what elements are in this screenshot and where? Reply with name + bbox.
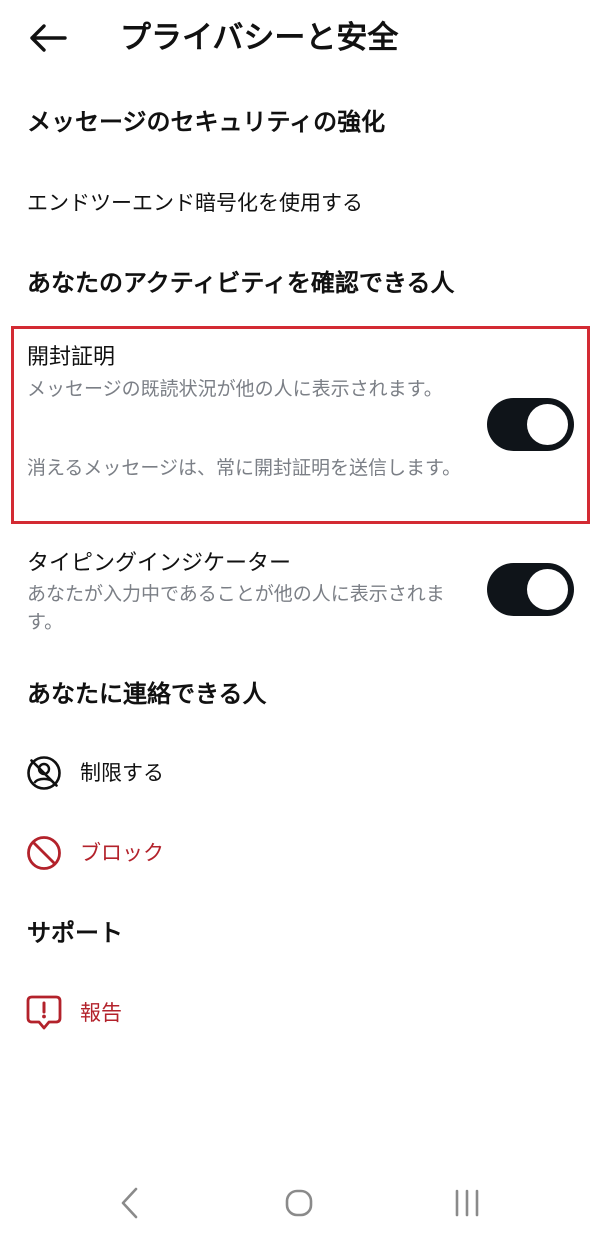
e2e-encryption-item[interactable]: エンドツーエンド暗号化を使用する (27, 186, 363, 220)
nav-recents-icon (451, 1188, 483, 1222)
section-heading-activity: あなたのアクティビティを確認できる人 (27, 269, 455, 297)
read-receipts-toggle[interactable] (487, 398, 574, 451)
toggle-knob (527, 569, 568, 610)
toggle-knob (527, 404, 568, 445)
typing-indicator-toggle[interactable] (487, 563, 574, 616)
report-item[interactable]: 報告 (24, 991, 122, 1035)
arrow-left-icon (28, 23, 68, 57)
section-heading-message-security: メッセージのセキュリティの強化 (27, 108, 386, 136)
back-button[interactable] (22, 18, 74, 62)
page-title: プライバシーと安全 (120, 20, 399, 56)
nav-home-button[interactable] (269, 1180, 329, 1230)
read-receipts-note: 消えるメッセージは、常に開封証明を送信します。 (27, 457, 462, 479)
report-label: 報告 (80, 1001, 122, 1025)
typing-indicator-title: タイピングインジケーター (27, 551, 292, 576)
nav-recents-button[interactable] (437, 1180, 497, 1230)
section-heading-support: サポート (27, 919, 123, 947)
restrict-label: 制限する (80, 761, 164, 785)
section-heading-contact: あなたに連絡できる人 (27, 680, 267, 708)
report-icon (24, 993, 64, 1033)
nav-home-icon (283, 1187, 315, 1223)
restrict-icon (24, 753, 64, 793)
read-receipts-description: メッセージの既読状況が他の人に表示されます。 (27, 378, 443, 400)
nav-back-icon (118, 1186, 142, 1224)
block-label: ブロック (80, 841, 164, 865)
read-receipts-title: 開封証明 (27, 345, 116, 370)
nav-back-button[interactable] (100, 1180, 160, 1230)
restrict-item[interactable]: 制限する (24, 751, 164, 795)
block-item[interactable]: ブロック (24, 831, 164, 875)
block-icon (24, 833, 64, 873)
typing-indicator-description: あなたが入力中であることが他の人に表示されます。 (27, 583, 445, 633)
